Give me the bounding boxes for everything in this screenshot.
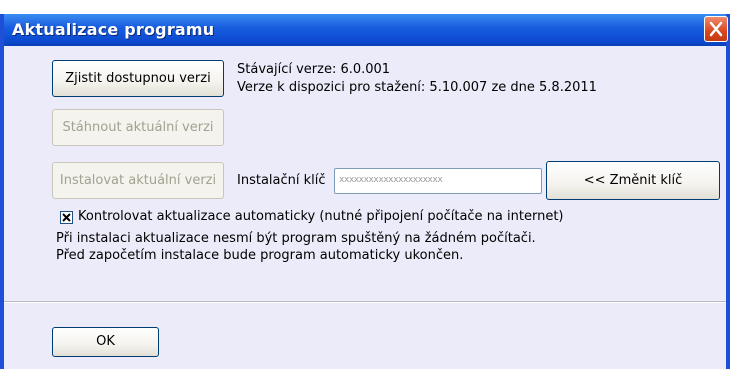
top-background-strip xyxy=(0,0,730,14)
window-title: Aktualizace programu xyxy=(12,20,215,39)
change-key-button-label: << Změnit klíč xyxy=(583,173,683,188)
close-button[interactable] xyxy=(704,16,728,42)
footer-separator xyxy=(4,301,726,303)
auto-update-label[interactable]: Kontrolovat aktualizace automaticky (nut… xyxy=(78,209,564,224)
change-key-button[interactable]: << Změnit klíč xyxy=(546,161,720,200)
title-bar[interactable]: Aktualizace programu xyxy=(4,14,728,46)
current-version-text: Stávající verze: 6.0.001 xyxy=(237,62,391,77)
install-button-label: Instalovat aktuální verzi xyxy=(59,173,217,188)
install-key-field[interactable]: xxxxxxxxxxxxxxxxxxxxx xyxy=(334,168,542,194)
note-line-1: Při instalaci aktualizace nesmí být prog… xyxy=(56,231,536,246)
check-version-button-label: Zjistit dostupnou verzi xyxy=(65,71,211,86)
close-icon xyxy=(709,21,723,37)
download-button-label: Stáhnout aktuální verzi xyxy=(62,120,214,135)
auto-update-checkbox[interactable] xyxy=(60,211,73,224)
note-line-2: Před započetím instalace bude program au… xyxy=(56,248,464,263)
check-version-button[interactable]: Zjistit dostupnou verzi xyxy=(52,60,224,97)
install-button[interactable]: Instalovat aktuální verzi xyxy=(52,162,224,199)
checkmark-icon xyxy=(62,213,71,222)
ok-button[interactable]: OK xyxy=(52,327,159,357)
available-version-text: Verze k dispozici pro stažení: 5.10.007 … xyxy=(237,80,597,95)
download-button[interactable]: Stáhnout aktuální verzi xyxy=(52,109,224,146)
install-key-label: Instalační klíč xyxy=(237,173,326,188)
update-dialog-window: Aktualizace programu Zjistit dostupnou v… xyxy=(0,14,730,369)
ok-button-label: OK xyxy=(96,334,115,349)
